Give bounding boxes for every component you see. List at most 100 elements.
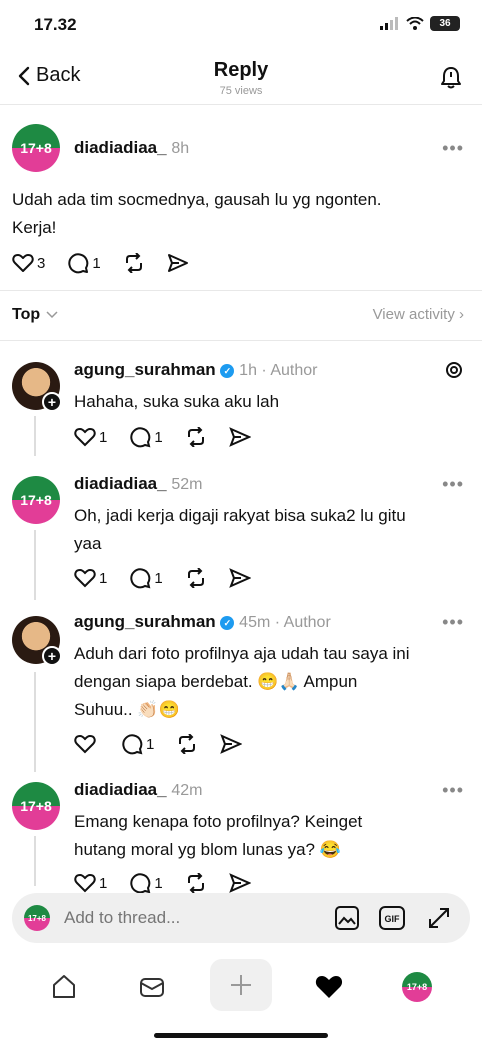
- repost-button[interactable]: [176, 734, 198, 754]
- tab-home[interactable]: [40, 963, 88, 1011]
- verified-badge-icon: ✓: [220, 364, 235, 378]
- nav-bar: Back Reply 75 views: [0, 52, 482, 104]
- status-icons: 36: [380, 16, 460, 31]
- tab-inbox[interactable]: [128, 963, 176, 1011]
- sort-label: Top: [12, 306, 41, 323]
- reply-actions: 1: [74, 733, 264, 755]
- post-time: 8h: [171, 140, 190, 157]
- repost-icon: [187, 873, 204, 893]
- author-tag: Author: [283, 614, 331, 631]
- verified-badge-icon: ✓: [220, 616, 235, 630]
- more-options-button[interactable]: •••: [442, 612, 464, 633]
- tab-new-post[interactable]: [210, 959, 272, 1011]
- like-count: 1: [99, 874, 108, 892]
- tab-profile[interactable]: 17+8: [393, 963, 441, 1011]
- reply-button[interactable]: 1: [121, 733, 154, 755]
- like-button[interactable]: 3: [12, 253, 45, 273]
- status-time: 17.32: [34, 15, 77, 34]
- share-icon: [220, 734, 243, 754]
- reply-author[interactable]: diadiadiaa_ 42m: [74, 780, 202, 800]
- expand-button[interactable]: [426, 905, 452, 936]
- thread-line: [34, 836, 36, 886]
- reply-text: Emang kenapa foto profilnya? Keinget hut…: [74, 812, 363, 859]
- comment-icon: [130, 873, 151, 894]
- more-options-button[interactable]: •••: [442, 780, 464, 801]
- heart-icon: [12, 254, 34, 272]
- repost-button[interactable]: [185, 568, 207, 588]
- share-icon: [167, 254, 188, 272]
- image-button[interactable]: [334, 905, 360, 936]
- status-bar: 17.32 36: [0, 0, 482, 52]
- reply-actions: 1 1: [74, 426, 273, 448]
- post-author[interactable]: diadiadiaa_ 8h: [74, 138, 189, 158]
- comment-icon: [68, 253, 89, 274]
- chevron-right-icon: ›: [459, 306, 464, 323]
- home-indicator: [154, 1033, 328, 1038]
- repost-button[interactable]: [185, 873, 207, 893]
- reply-author[interactable]: agung_surahman ✓ 1h · Author: [74, 360, 317, 380]
- share-button[interactable]: [167, 253, 189, 273]
- like-button[interactable]: 1: [74, 568, 107, 588]
- repost-button[interactable]: [185, 427, 207, 447]
- username: diadiadiaa_: [74, 138, 167, 157]
- reply-button[interactable]: 1: [67, 252, 101, 274]
- share-button[interactable]: [228, 568, 251, 588]
- share-button[interactable]: [228, 427, 251, 447]
- avatar[interactable]: 17+8: [12, 476, 60, 524]
- reply-time: 52m: [171, 476, 203, 493]
- expand-icon: [429, 908, 449, 928]
- tab-activity[interactable]: [305, 963, 353, 1011]
- reply-actions: 1 1: [74, 872, 273, 894]
- post-text: Udah ada tim socmednya, gausah lu yg ngo…: [12, 190, 382, 237]
- username: diadiadiaa_: [74, 474, 167, 493]
- repost-icon: [125, 253, 142, 273]
- heart-icon: [74, 873, 96, 893]
- reply-author[interactable]: agung_surahman ✓ 45m · Author: [74, 612, 331, 632]
- gif-button[interactable]: GIF: [378, 905, 406, 936]
- reply-count: 1: [146, 735, 155, 753]
- like-button[interactable]: 1: [74, 427, 107, 447]
- reply-button[interactable]: 1: [129, 567, 163, 589]
- sort-dropdown[interactable]: Top: [12, 306, 58, 324]
- post-actions: 3 1: [12, 252, 211, 274]
- reply-text: Hahaha, suka suka aku lah: [74, 392, 280, 411]
- divider: [0, 340, 482, 341]
- reply-count: 1: [154, 874, 163, 892]
- follow-plus-icon[interactable]: +: [42, 392, 62, 412]
- thread-line: [34, 416, 36, 456]
- view-count: 75 views: [219, 85, 263, 97]
- heart-filled-icon: [315, 976, 343, 998]
- reply-button[interactable]: 1: [129, 872, 163, 894]
- plus-icon: [231, 975, 251, 995]
- avatar[interactable]: 17+8: [12, 124, 60, 172]
- share-icon: [228, 427, 251, 447]
- share-button[interactable]: [228, 873, 251, 893]
- heart-icon: [74, 734, 96, 754]
- repost-button[interactable]: [123, 253, 145, 273]
- follow-plus-icon[interactable]: +: [42, 646, 62, 666]
- more-options-button[interactable]: •••: [442, 138, 464, 159]
- thread-reply-input[interactable]: [64, 908, 304, 928]
- like-button[interactable]: [74, 734, 99, 754]
- like-button[interactable]: 1: [74, 873, 107, 893]
- thread-line: [34, 672, 36, 772]
- reply-time: 45m: [239, 614, 271, 631]
- profile-avatar: 17+8: [402, 972, 432, 1002]
- divider: [0, 290, 482, 291]
- tab-bar: 17+8: [0, 955, 482, 1015]
- reply-count: 1: [92, 254, 101, 272]
- like-count: 3: [37, 254, 46, 272]
- view-activity-link[interactable]: View activity ›: [373, 306, 464, 323]
- heart-icon: [74, 568, 96, 588]
- reply-author[interactable]: diadiadiaa_ 52m: [74, 474, 202, 494]
- home-icon: [53, 975, 75, 998]
- share-button[interactable]: [220, 734, 243, 754]
- avatar[interactable]: 17+8: [12, 782, 60, 830]
- reply-text: Oh, jadi kerja digaji rakyat bisa suka2 …: [74, 506, 406, 553]
- more-options-button[interactable]: •••: [442, 474, 464, 495]
- reply-button[interactable]: 1: [129, 426, 163, 448]
- username: diadiadiaa_: [74, 780, 167, 799]
- notification-bell-button[interactable]: [440, 66, 462, 95]
- threads-logo-icon: [444, 360, 464, 385]
- reply-time: 1h: [239, 362, 257, 379]
